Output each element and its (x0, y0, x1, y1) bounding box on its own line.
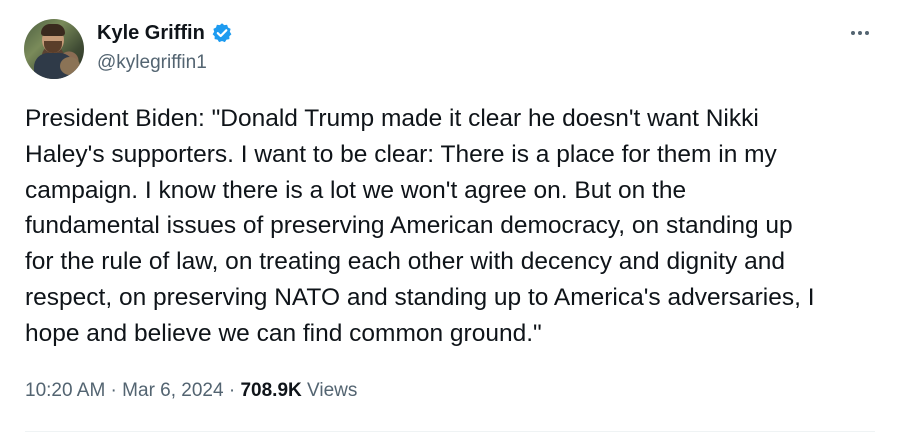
avatar[interactable] (24, 19, 84, 79)
verified-badge-icon[interactable] (211, 22, 233, 44)
tweet-date[interactable]: Mar 6, 2024 (122, 377, 223, 405)
meta-separator: · (105, 380, 123, 401)
avatar-beard-shape (44, 41, 62, 53)
tweet-time[interactable]: 10:20 AM (25, 377, 105, 405)
avatar-dog-shape (60, 57, 80, 75)
views-count[interactable]: 708.9K (240, 377, 301, 405)
tweet-meta: 10:20 AM · Mar 6, 2024 · 708.9K Views (25, 377, 357, 405)
avatar-hair-shape (41, 24, 65, 36)
meta-separator: · (223, 380, 241, 401)
author-handle[interactable]: @kylegriffin1 (97, 51, 207, 75)
tweet: Kyle Griffin @kylegriffin1 President Bid… (0, 0, 897, 438)
divider (25, 431, 875, 432)
author-display-name[interactable]: Kyle Griffin (97, 20, 205, 46)
tweet-text: President Biden: "Donald Trump made it c… (25, 105, 815, 347)
more-options-button[interactable] (842, 20, 878, 46)
views-label: Views (301, 380, 358, 401)
author-name-row: Kyle Griffin (97, 20, 233, 46)
more-horizontal-icon (851, 31, 869, 35)
